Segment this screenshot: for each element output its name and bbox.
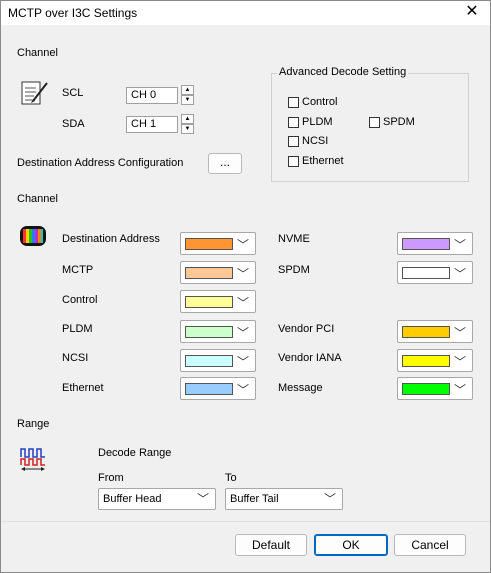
chevron-down-icon: ﹀ xyxy=(236,383,249,397)
mctp-color-select[interactable]: ﹀ xyxy=(180,261,256,284)
from-select-value: Buffer Head xyxy=(103,493,162,505)
sda-spinner[interactable]: ▲ ▼ xyxy=(181,114,194,134)
notepad-pen-icon xyxy=(21,81,48,105)
color-swatch xyxy=(185,267,233,279)
window-title: MCTP over I3C Settings xyxy=(8,6,138,20)
ncsi-color-select[interactable]: ﹀ xyxy=(180,349,256,372)
from-label: From xyxy=(98,472,124,484)
control-checkbox[interactable]: Control xyxy=(288,96,337,108)
chevron-down-icon: ﹀ xyxy=(236,238,249,252)
range-heading: Range xyxy=(17,418,50,430)
cancel-button[interactable]: Cancel xyxy=(394,534,466,556)
spdm-color-select[interactable]: ﹀ xyxy=(397,261,473,284)
chevron-down-icon: ﹀ xyxy=(236,267,249,281)
chevron-down-icon: ﹀ xyxy=(196,492,209,506)
dest-addr-config-button[interactable]: ... xyxy=(208,153,242,174)
decode-range-label: Decode Range xyxy=(98,447,172,459)
destination-address-color-select[interactable]: ﹀ xyxy=(180,232,256,255)
control-color-select[interactable]: ﹀ xyxy=(180,290,256,313)
color-swatch xyxy=(185,355,233,367)
vendor-pci-color-select[interactable]: ﹀ xyxy=(397,320,473,343)
title-bar: MCTP over I3C Settings ✕ xyxy=(1,1,490,25)
pldm-checkbox-label: PLDM xyxy=(302,116,333,129)
vendor-pci-label: Vendor PCI xyxy=(278,323,335,335)
chevron-down-icon: ﹀ xyxy=(453,238,466,252)
ethernet-checkbox-label: Ethernet xyxy=(302,155,344,168)
scl-spinner[interactable]: ▲ ▼ xyxy=(181,85,194,105)
chevron-down-icon: ﹀ xyxy=(236,326,249,340)
spin-up-icon[interactable]: ▲ xyxy=(181,85,194,95)
spin-up-icon[interactable]: ▲ xyxy=(181,114,194,124)
color-swatch xyxy=(402,383,450,395)
chevron-down-icon: ﹀ xyxy=(236,355,249,369)
sda-channel-field[interactable]: CH 1 xyxy=(126,116,178,133)
to-label: To xyxy=(225,472,237,484)
color-swatch xyxy=(185,296,233,308)
footer-divider xyxy=(1,521,490,522)
chevron-down-icon: ﹀ xyxy=(236,296,249,310)
ncsi-label: NCSI xyxy=(62,352,89,364)
color-bars-icon xyxy=(20,226,46,246)
color-swatch xyxy=(402,326,450,338)
chevron-down-icon: ﹀ xyxy=(453,326,466,340)
vendor-iana-label: Vendor IANA xyxy=(278,352,342,364)
from-select[interactable]: Buffer Head ﹀ xyxy=(98,488,216,510)
chevron-down-icon: ﹀ xyxy=(453,267,466,281)
scl-channel-field[interactable]: CH 0 xyxy=(126,87,178,104)
ethernet-label: Ethernet xyxy=(62,382,104,394)
vendor-iana-color-select[interactable]: ﹀ xyxy=(397,349,473,372)
mctp-label: MCTP xyxy=(62,264,94,276)
ncsi-checkbox[interactable]: NCSI xyxy=(288,135,328,147)
waveform-range-icon xyxy=(20,448,45,471)
color-swatch xyxy=(185,238,233,250)
spdm-checkbox-label: SPDM xyxy=(383,116,415,129)
to-select[interactable]: Buffer Tail ﹀ xyxy=(225,488,343,510)
destination-address-label: Destination Address xyxy=(62,233,160,245)
pldm-label: PLDM xyxy=(62,323,93,335)
channel-heading: Channel xyxy=(17,47,58,59)
message-label: Message xyxy=(278,382,323,394)
color-swatch xyxy=(402,238,450,250)
chevron-down-icon: ﹀ xyxy=(323,492,336,506)
chevron-down-icon: ﹀ xyxy=(453,383,466,397)
spdm-checkbox[interactable]: SPDM xyxy=(369,116,415,128)
ethernet-checkbox[interactable]: Ethernet xyxy=(288,155,344,167)
default-button[interactable]: Default xyxy=(235,534,307,556)
settings-dialog: MCTP over I3C Settings ✕ Channel SCL CH … xyxy=(0,0,491,573)
sda-label: SDA xyxy=(62,118,85,130)
dest-addr-config-label: Destination Address Configuration xyxy=(17,157,184,169)
to-select-value: Buffer Tail xyxy=(230,493,279,505)
color-swatch xyxy=(185,326,233,338)
chevron-down-icon: ﹀ xyxy=(453,355,466,369)
advanced-decode-heading: Advanced Decode Setting xyxy=(277,66,409,78)
nvme-label: NVME xyxy=(278,233,310,245)
color-channel-heading: Channel xyxy=(17,193,58,205)
ncsi-checkbox-label: NCSI xyxy=(302,135,329,148)
pldm-checkbox[interactable]: PLDM xyxy=(288,116,333,128)
scl-label: SCL xyxy=(62,87,84,99)
close-icon[interactable]: ✕ xyxy=(462,3,482,21)
pldm-color-select[interactable]: ﹀ xyxy=(180,320,256,343)
spdm-label: SPDM xyxy=(278,264,310,276)
color-swatch xyxy=(402,355,450,367)
color-swatch xyxy=(402,267,450,279)
message-color-select[interactable]: ﹀ xyxy=(397,377,473,400)
control-label: Control xyxy=(62,294,98,306)
color-swatch xyxy=(185,383,233,395)
control-checkbox-label: Control xyxy=(302,96,338,109)
ethernet-color-select[interactable]: ﹀ xyxy=(180,377,256,400)
spin-down-icon[interactable]: ▼ xyxy=(181,124,194,134)
spin-down-icon[interactable]: ▼ xyxy=(181,95,194,105)
ok-button[interactable]: OK xyxy=(314,534,388,556)
nvme-color-select[interactable]: ﹀ xyxy=(397,232,473,255)
